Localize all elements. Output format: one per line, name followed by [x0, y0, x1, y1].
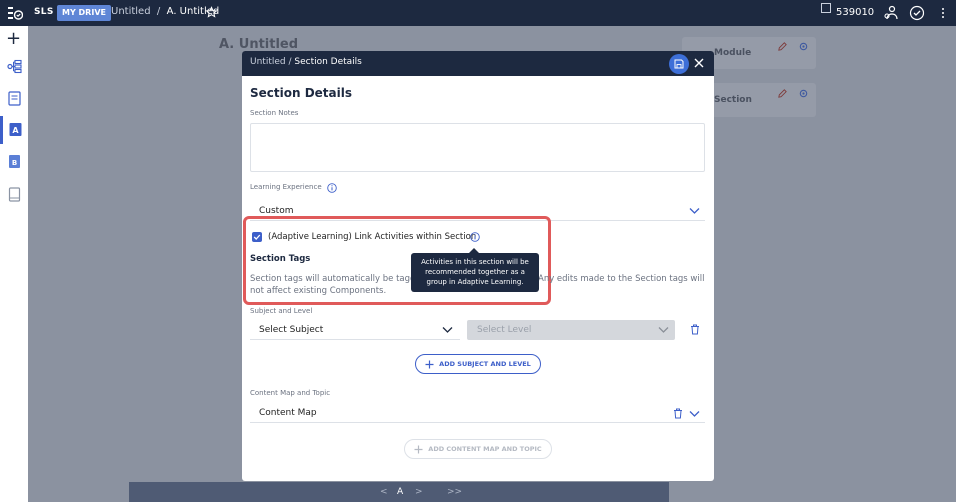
info-icon[interactable]: [327, 183, 337, 193]
save-disk-icon: [674, 59, 684, 69]
learning-experience-label: Learning Experience: [250, 183, 322, 191]
content-map-select[interactable]: Content Map: [250, 404, 705, 423]
nav-current: A: [397, 487, 404, 497]
modal-header: Untitled / Section Details: [242, 51, 714, 76]
nav-prev[interactable]: <: [380, 487, 388, 497]
sidebar-item-lesson-b[interactable]: B: [0, 148, 28, 176]
check-circle-icon[interactable]: [909, 5, 925, 21]
section-tags-heading: Section Tags: [250, 254, 311, 264]
adaptive-learning-label[interactable]: (Adaptive Learning) Link Activities with…: [268, 232, 476, 242]
add-content-map-label: ADD CONTENT MAP AND TOPIC: [428, 445, 542, 453]
sidebar-item-book[interactable]: [0, 181, 28, 209]
checkmark-icon: [253, 234, 261, 240]
bottom-nav-bar: < A > >>: [129, 482, 669, 502]
save-button[interactable]: [669, 54, 689, 74]
edit-pencil-icon: [778, 42, 787, 51]
collaboration-icon[interactable]: [883, 5, 899, 21]
settings-gear-icon: [799, 42, 808, 51]
tooltip-line: recommended together as a: [425, 268, 525, 276]
app-switcher-icon[interactable]: [7, 5, 23, 21]
section-tags-description: Section tags will automatically be tagge: [250, 274, 421, 284]
select-level-dropdown[interactable]: Select Level: [467, 320, 675, 340]
more-vertical-icon[interactable]: [938, 5, 948, 21]
favorite-star-icon[interactable]: [205, 6, 218, 19]
nav-last[interactable]: >>: [447, 487, 462, 497]
info-icon[interactable]: [470, 232, 480, 242]
left-sidebar: + A B: [0, 26, 28, 502]
module-card-label: Module: [714, 48, 752, 58]
lesson-a-icon: A: [9, 123, 22, 136]
broken-image-icon: [821, 3, 831, 13]
close-icon[interactable]: [693, 57, 705, 69]
section-notes-textarea[interactable]: [250, 123, 705, 172]
breadcrumb-parent[interactable]: Untitled: [111, 6, 151, 17]
plus-icon: [414, 445, 423, 453]
delete-trash-icon[interactable]: [673, 408, 683, 419]
delete-trash-icon[interactable]: [690, 324, 700, 335]
modal-breadcrumb-parent: Untitled: [250, 57, 286, 67]
select-subject-dropdown[interactable]: Select Subject: [250, 321, 460, 340]
add-subject-level-button[interactable]: ADD SUBJECT AND LEVEL: [415, 354, 541, 374]
sidebar-item-document[interactable]: [0, 85, 28, 113]
tree-structure-icon: [7, 59, 22, 74]
tooltip-line: group in Adaptive Learning.: [426, 278, 524, 286]
chevron-down-icon[interactable]: [442, 326, 453, 334]
user-id[interactable]: 539010: [836, 7, 874, 18]
sidebar-item-structure[interactable]: [0, 53, 28, 81]
add-plus-icon[interactable]: +: [6, 28, 21, 49]
add-content-map-button[interactable]: ADD CONTENT MAP AND TOPIC: [404, 439, 552, 459]
section-details-modal: Untitled / Section Details Section Detai…: [242, 51, 714, 481]
add-subject-level-label: ADD SUBJECT AND LEVEL: [439, 360, 531, 368]
section-tags-description-continued: Any edits made to the Section tags will: [538, 274, 705, 284]
svg-text:A: A: [12, 126, 19, 135]
document-icon: [8, 91, 21, 106]
chevron-down-icon: [658, 327, 669, 333]
modal-breadcrumb-current: Section Details: [294, 57, 362, 67]
subject-level-label: Subject and Level: [250, 307, 313, 315]
breadcrumb-separator: /: [156, 6, 161, 17]
app-logo-text[interactable]: SLS: [34, 7, 54, 17]
top-bar: SLS MY DRIVE Untitled / A. Untitled 5390…: [0, 0, 956, 26]
section-tags-description-line2: not affect existing Components.: [250, 286, 387, 296]
edit-pencil-icon: [778, 89, 787, 98]
plus-icon: [425, 360, 434, 368]
chevron-down-icon[interactable]: [689, 207, 700, 215]
my-drive-badge[interactable]: MY DRIVE: [57, 5, 111, 21]
sidebar-item-lesson-a[interactable]: A: [0, 116, 28, 144]
section-details-heading: Section Details: [250, 86, 353, 100]
settings-gear-icon: [799, 89, 808, 98]
nav-next[interactable]: >: [415, 487, 423, 497]
section-notes-label: Section Notes: [250, 109, 299, 117]
lesson-b-icon: B: [9, 155, 20, 168]
breadcrumb: Untitled / A. Untitled: [111, 6, 219, 17]
section-card-label: Section: [714, 95, 752, 105]
content-map-label: Content Map and Topic: [250, 389, 331, 397]
adaptive-learning-checkbox[interactable]: [252, 232, 262, 242]
modal-breadcrumb: Untitled / Section Details: [250, 57, 362, 67]
page-title: A. Untitled: [219, 37, 299, 52]
svg-text:B: B: [12, 159, 17, 167]
chevron-down-icon[interactable]: [689, 410, 700, 418]
tooltip-line: Activities in this section will be: [421, 258, 529, 266]
book-icon: [8, 187, 21, 202]
adaptive-learning-tooltip: Activities in this section will be recom…: [411, 248, 539, 292]
